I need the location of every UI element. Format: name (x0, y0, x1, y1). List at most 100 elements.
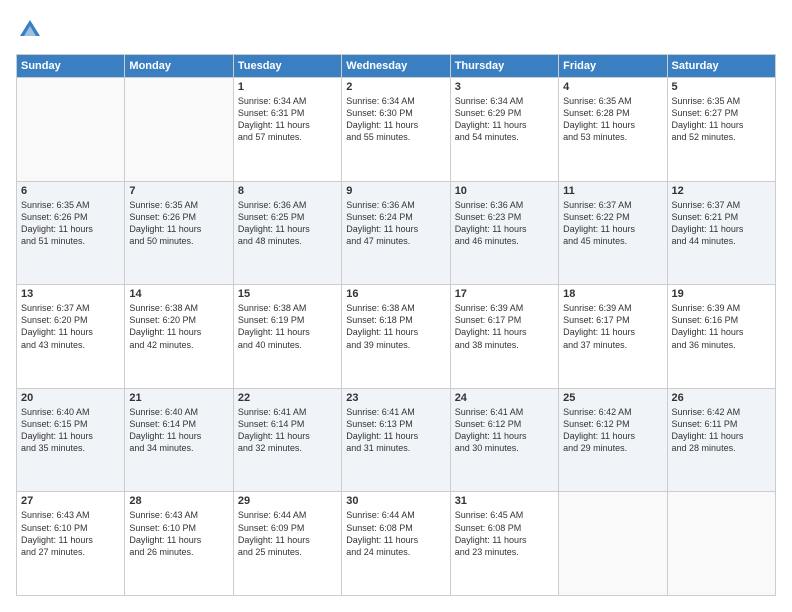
calendar-cell: 29 Sunrise: 6:44 AM Sunset: 6:09 PM Dayli… (233, 492, 341, 596)
cell-content: Sunrise: 6:34 AM Sunset: 6:31 PM Dayligh… (238, 95, 337, 144)
day-number: 29 (238, 495, 337, 507)
week-row-3: 20Sunrise: 6:40 AM Sunset: 6:15 PM Dayli… (17, 388, 776, 492)
day-number: 25 (563, 392, 662, 404)
calendar-cell: 28Sunrise: 6:43 AM Sunset: 6:10 PM Dayli… (125, 492, 233, 596)
week-row-0: 1Sunrise: 6:34 AM Sunset: 6:31 PM Daylig… (17, 78, 776, 182)
cell-content: Sunrise: 6:40 AM Sunset: 6:14 PM Dayligh… (129, 406, 228, 455)
day-number: 16 (346, 288, 445, 300)
calendar-cell: 18Sunrise: 6:39 AM Sunset: 6:17 PM Dayli… (559, 285, 667, 389)
logo (16, 16, 48, 44)
day-number: 14 (129, 288, 228, 300)
calendar-cell (559, 492, 667, 596)
cell-content: Sunrise: 6:42 AM Sunset: 6:11 PM Dayligh… (672, 406, 771, 455)
calendar-cell: 7Sunrise: 6:35 AM Sunset: 6:26 PM Daylig… (125, 181, 233, 285)
calendar-cell: 13 Sunrise: 6:37 AM Sunset: 6:20 PM Dayli… (17, 285, 125, 389)
week-row-2: 13 Sunrise: 6:37 AM Sunset: 6:20 PM Dayli… (17, 285, 776, 389)
cell-content: Sunrise: 6:35 AM Sunset: 6:27 PM Dayligh… (672, 95, 771, 144)
calendar-cell: 21 Sunrise: 6:40 AM Sunset: 6:14 PM Dayli… (125, 388, 233, 492)
day-number: 15 (238, 288, 337, 300)
day-number: 22 (238, 392, 337, 404)
cell-content: Sunrise: 6:37 AM Sunset: 6:20 PM Dayligh… (21, 302, 120, 351)
calendar-cell: 31Sunrise: 6:45 AM Sunset: 6:08 PM Dayli… (450, 492, 558, 596)
day-number: 17 (455, 288, 554, 300)
calendar-cell: 8 Sunrise: 6:36 AM Sunset: 6:25 PM Daylig… (233, 181, 341, 285)
calendar-cell: 26 Sunrise: 6:42 AM Sunset: 6:11 PM Dayli… (667, 388, 775, 492)
calendar-cell (667, 492, 775, 596)
day-number: 8 (238, 185, 337, 197)
calendar-cell: 5 Sunrise: 6:35 AM Sunset: 6:27 PM Daylig… (667, 78, 775, 182)
calendar-cell: 9Sunrise: 6:36 AM Sunset: 6:24 PM Daylig… (342, 181, 450, 285)
cell-content: Sunrise: 6:39 AM Sunset: 6:16 PM Dayligh… (672, 302, 771, 351)
calendar-cell: 15 Sunrise: 6:38 AM Sunset: 6:19 PM Dayli… (233, 285, 341, 389)
day-number: 27 (21, 495, 120, 507)
cell-content: Sunrise: 6:44 AM Sunset: 6:09 PM Dayligh… (238, 509, 337, 558)
cell-content: Sunrise: 6:35 AM Sunset: 6:26 PM Dayligh… (21, 199, 120, 248)
cell-content: Sunrise: 6:44 AM Sunset: 6:08 PM Dayligh… (346, 509, 445, 558)
logo-icon (16, 16, 44, 44)
day-number: 18 (563, 288, 662, 300)
col-header-saturday: Saturday (667, 55, 775, 78)
day-number: 28 (129, 495, 228, 507)
calendar-cell: 10Sunrise: 6:36 AM Sunset: 6:23 PM Dayli… (450, 181, 558, 285)
calendar-cell: 1Sunrise: 6:34 AM Sunset: 6:31 PM Daylig… (233, 78, 341, 182)
day-number: 11 (563, 185, 662, 197)
day-number: 30 (346, 495, 445, 507)
col-header-thursday: Thursday (450, 55, 558, 78)
cell-content: Sunrise: 6:35 AM Sunset: 6:28 PM Dayligh… (563, 95, 662, 144)
calendar-body: 1Sunrise: 6:34 AM Sunset: 6:31 PM Daylig… (17, 78, 776, 596)
week-row-4: 27 Sunrise: 6:43 AM Sunset: 6:10 PM Dayli… (17, 492, 776, 596)
day-number: 13 (21, 288, 120, 300)
cell-content: Sunrise: 6:43 AM Sunset: 6:10 PM Dayligh… (21, 509, 120, 558)
day-number: 24 (455, 392, 554, 404)
day-number: 5 (672, 81, 771, 93)
cell-content: Sunrise: 6:38 AM Sunset: 6:19 PM Dayligh… (238, 302, 337, 351)
col-header-tuesday: Tuesday (233, 55, 341, 78)
day-number: 23 (346, 392, 445, 404)
cell-content: Sunrise: 6:38 AM Sunset: 6:20 PM Dayligh… (129, 302, 228, 351)
calendar-cell: 3Sunrise: 6:34 AM Sunset: 6:29 PM Daylig… (450, 78, 558, 182)
cell-content: Sunrise: 6:41 AM Sunset: 6:14 PM Dayligh… (238, 406, 337, 455)
calendar: SundayMondayTuesdayWednesdayThursdayFrid… (16, 54, 776, 596)
calendar-cell: 25Sunrise: 6:42 AM Sunset: 6:12 PM Dayli… (559, 388, 667, 492)
cell-content: Sunrise: 6:34 AM Sunset: 6:29 PM Dayligh… (455, 95, 554, 144)
header-row: SundayMondayTuesdayWednesdayThursdayFrid… (17, 55, 776, 78)
calendar-cell: 22 Sunrise: 6:41 AM Sunset: 6:14 PM Dayli… (233, 388, 341, 492)
day-number: 21 (129, 392, 228, 404)
cell-content: Sunrise: 6:45 AM Sunset: 6:08 PM Dayligh… (455, 509, 554, 558)
day-number: 6 (21, 185, 120, 197)
day-number: 2 (346, 81, 445, 93)
calendar-cell (17, 78, 125, 182)
cell-content: Sunrise: 6:36 AM Sunset: 6:23 PM Dayligh… (455, 199, 554, 248)
calendar-cell: 17 Sunrise: 6:39 AM Sunset: 6:17 PM Dayli… (450, 285, 558, 389)
day-number: 9 (346, 185, 445, 197)
calendar-cell: 27 Sunrise: 6:43 AM Sunset: 6:10 PM Dayli… (17, 492, 125, 596)
calendar-cell: 2 Sunrise: 6:34 AM Sunset: 6:30 PM Daylig… (342, 78, 450, 182)
cell-content: Sunrise: 6:41 AM Sunset: 6:13 PM Dayligh… (346, 406, 445, 455)
calendar-cell: 20Sunrise: 6:40 AM Sunset: 6:15 PM Dayli… (17, 388, 125, 492)
day-number: 19 (672, 288, 771, 300)
page: SundayMondayTuesdayWednesdayThursdayFrid… (0, 0, 792, 612)
calendar-cell: 30 Sunrise: 6:44 AM Sunset: 6:08 PM Dayli… (342, 492, 450, 596)
cell-content: Sunrise: 6:39 AM Sunset: 6:17 PM Dayligh… (455, 302, 554, 351)
col-header-sunday: Sunday (17, 55, 125, 78)
calendar-cell: 12 Sunrise: 6:37 AM Sunset: 6:21 PM Dayli… (667, 181, 775, 285)
cell-content: Sunrise: 6:38 AM Sunset: 6:18 PM Dayligh… (346, 302, 445, 351)
cell-content: Sunrise: 6:34 AM Sunset: 6:30 PM Dayligh… (346, 95, 445, 144)
cell-content: Sunrise: 6:36 AM Sunset: 6:25 PM Dayligh… (238, 199, 337, 248)
calendar-cell: 19 Sunrise: 6:39 AM Sunset: 6:16 PM Dayli… (667, 285, 775, 389)
week-row-1: 6 Sunrise: 6:35 AM Sunset: 6:26 PM Daylig… (17, 181, 776, 285)
calendar-cell: 24 Sunrise: 6:41 AM Sunset: 6:12 PM Dayli… (450, 388, 558, 492)
calendar-header: SundayMondayTuesdayWednesdayThursdayFrid… (17, 55, 776, 78)
cell-content: Sunrise: 6:41 AM Sunset: 6:12 PM Dayligh… (455, 406, 554, 455)
col-header-monday: Monday (125, 55, 233, 78)
cell-content: Sunrise: 6:35 AM Sunset: 6:26 PM Dayligh… (129, 199, 228, 248)
col-header-wednesday: Wednesday (342, 55, 450, 78)
cell-content: Sunrise: 6:37 AM Sunset: 6:22 PM Dayligh… (563, 199, 662, 248)
calendar-cell: 11 Sunrise: 6:37 AM Sunset: 6:22 PM Dayli… (559, 181, 667, 285)
day-number: 12 (672, 185, 771, 197)
calendar-cell: 4 Sunrise: 6:35 AM Sunset: 6:28 PM Daylig… (559, 78, 667, 182)
day-number: 4 (563, 81, 662, 93)
cell-content: Sunrise: 6:40 AM Sunset: 6:15 PM Dayligh… (21, 406, 120, 455)
cell-content: Sunrise: 6:37 AM Sunset: 6:21 PM Dayligh… (672, 199, 771, 248)
day-number: 26 (672, 392, 771, 404)
